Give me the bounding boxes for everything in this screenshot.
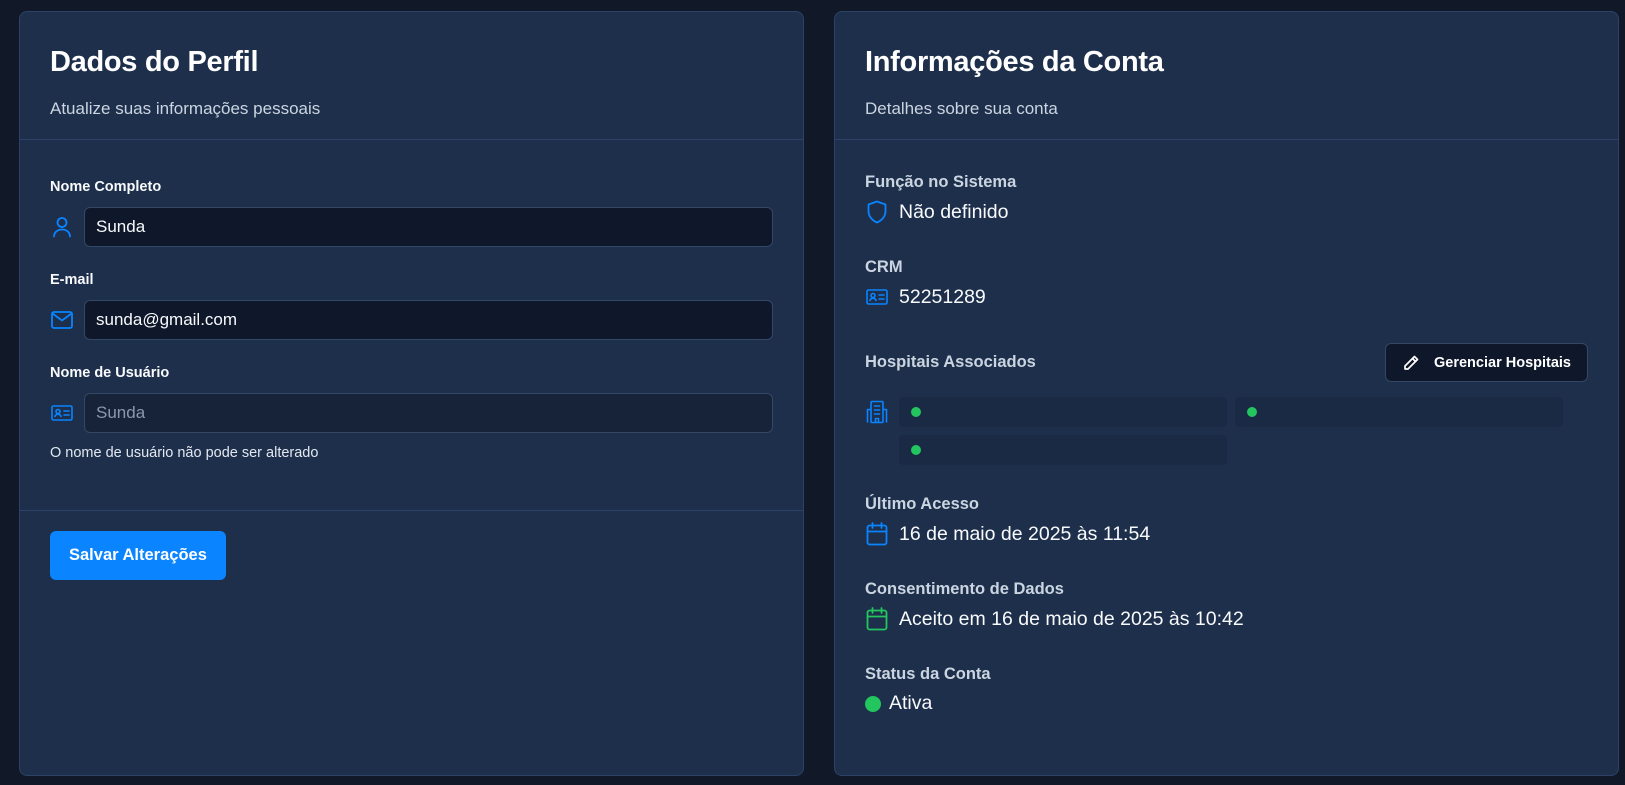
email-field: E-mail: [50, 272, 773, 340]
account-details: Função no Sistema Não definido CRM 52251…: [835, 140, 1618, 715]
last-access-section: Último Acesso 16 de maio de 2025 às 11:5…: [865, 495, 1588, 546]
username-input: [84, 393, 773, 433]
hospital-item: [1235, 397, 1563, 427]
status-value: Ativa: [889, 692, 933, 714]
profile-card-header: Dados do Perfil Atualize suas informaçõe…: [20, 12, 803, 140]
hospitals-label: Hospitais Associados: [865, 353, 1036, 371]
hospital-active-dot: [911, 445, 921, 455]
calendar-check-icon: [865, 607, 889, 631]
hospital-active-dot: [1247, 407, 1257, 417]
profile-subtitle: Atualize suas informações pessoais: [50, 99, 321, 118]
username-helper-text: O nome de usuário não pode ser alterado: [50, 445, 319, 461]
crm-label: CRM: [865, 258, 903, 276]
calendar-icon: [865, 522, 889, 546]
status-active-dot: [865, 695, 881, 712]
status-label: Status da Conta: [865, 665, 991, 683]
account-subtitle: Detalhes sobre sua conta: [865, 99, 1058, 118]
pencil-icon: [1402, 354, 1420, 372]
last-access-label: Último Acesso: [865, 495, 980, 513]
account-card: Informações da Conta Detalhes sobre sua …: [834, 11, 1619, 776]
shield-icon: [865, 200, 889, 224]
hospital-item: [899, 397, 1227, 427]
save-changes-button[interactable]: Salvar Alterações: [50, 531, 226, 580]
consent-section: Consentimento de Dados Aceito em 16 de m…: [865, 580, 1588, 631]
consent-value: Aceito em 16 de maio de 2025 às 10:42: [899, 607, 1244, 630]
profile-card-footer: Salvar Alterações: [20, 510, 803, 600]
role-section: Função no Sistema Não definido: [865, 173, 1588, 224]
manage-hospitals-label: Gerenciar Hospitais: [1434, 354, 1571, 371]
building-icon: [865, 400, 889, 424]
crm-value: 52251289: [899, 285, 986, 308]
last-access-value: 16 de maio de 2025 às 11:54: [899, 522, 1151, 545]
email-label: E-mail: [50, 272, 94, 288]
profile-title: Dados do Perfil: [50, 46, 259, 78]
hospital-item: [899, 435, 1227, 465]
username-label: Nome de Usuário: [50, 365, 170, 381]
account-title: Informações da Conta: [865, 46, 1164, 78]
full-name-label: Nome Completo: [50, 179, 162, 195]
full-name-field: Nome Completo: [50, 179, 773, 247]
role-label: Função no Sistema: [865, 173, 1017, 191]
mail-icon: [50, 308, 74, 332]
user-icon: [50, 215, 74, 239]
manage-hospitals-button[interactable]: Gerenciar Hospitais: [1385, 343, 1588, 382]
full-name-input[interactable]: [84, 207, 773, 247]
profile-form: Nome Completo E-mail: [20, 140, 803, 510]
role-value: Não definido: [899, 200, 1009, 223]
status-section: Status da Conta Ativa: [865, 665, 1588, 715]
email-input[interactable]: [84, 300, 773, 340]
hospital-active-dot: [911, 407, 921, 417]
hospital-list: [899, 397, 1563, 465]
account-card-header: Informações da Conta Detalhes sobre sua …: [835, 12, 1618, 140]
id-card-icon: [50, 401, 74, 425]
id-card-icon: [865, 285, 889, 309]
consent-label: Consentimento de Dados: [865, 580, 1064, 598]
username-field: Nome de Usuário O nome de usuário não po…: [50, 365, 773, 461]
crm-section: CRM 52251289: [865, 258, 1588, 309]
profile-card: Dados do Perfil Atualize suas informaçõe…: [19, 11, 804, 776]
hospitals-section: Hospitais Associados Gerenciar Hospitais: [865, 343, 1588, 465]
